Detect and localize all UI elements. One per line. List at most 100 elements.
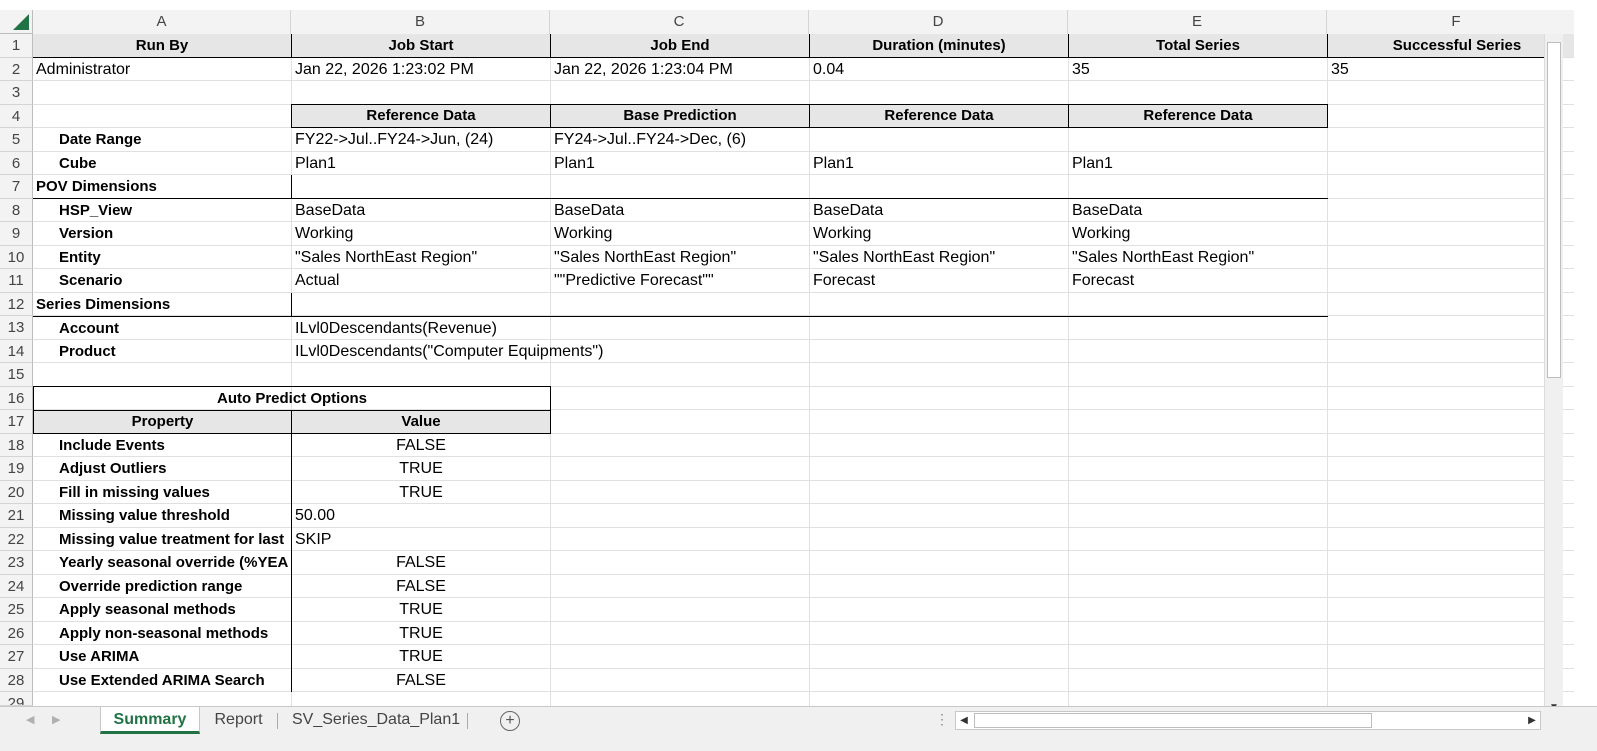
cell-pov-label[interactable]: Entity bbox=[33, 246, 291, 269]
select-all-corner[interactable] bbox=[0, 10, 33, 34]
row-header[interactable]: 15 bbox=[0, 363, 33, 387]
cell-option-label[interactable]: Override prediction range bbox=[33, 575, 291, 598]
tab-scroll-right-icon[interactable]: ▶ bbox=[52, 713, 60, 726]
row-header[interactable]: 19 bbox=[0, 457, 33, 481]
cell-option-value[interactable]: FALSE bbox=[292, 434, 550, 457]
row-header[interactable]: 18 bbox=[0, 434, 33, 457]
cell-option-label[interactable]: Use Extended ARIMA Search bbox=[33, 669, 291, 692]
vertical-scroll-thumb[interactable] bbox=[1547, 42, 1561, 378]
cell-pov-value[interactable]: "Sales NorthEast Region" bbox=[292, 246, 550, 269]
cell-option-label[interactable]: Apply non-seasonal methods bbox=[33, 622, 291, 645]
row-header[interactable]: 11 bbox=[0, 269, 33, 293]
cell-duration[interactable]: 0.04 bbox=[810, 58, 1068, 81]
row-header[interactable]: 8 bbox=[0, 199, 33, 222]
column-header-c[interactable]: C bbox=[550, 10, 809, 34]
cell-series-label[interactable]: Product bbox=[33, 340, 291, 363]
cell-option-value[interactable]: TRUE bbox=[292, 598, 550, 621]
row-header[interactable]: 22 bbox=[0, 528, 33, 551]
cell-cube-b[interactable]: Plan1 bbox=[292, 152, 550, 175]
cell-option-value[interactable]: TRUE bbox=[292, 457, 550, 480]
column-header-a[interactable]: A bbox=[33, 10, 291, 34]
cell-series-label[interactable]: Account bbox=[33, 317, 291, 340]
row-header[interactable]: 16 bbox=[0, 387, 33, 410]
cell-pov-value[interactable]: Working bbox=[1069, 222, 1327, 245]
tab-summary[interactable]: Summary bbox=[100, 707, 200, 734]
cell-date-range-c[interactable]: FY24->Jul..FY24->Dec, (6) bbox=[551, 128, 809, 151]
cell-series-value[interactable]: ILvl0Descendants("Computer Equipments") bbox=[292, 340, 1327, 363]
row-header[interactable]: 28 bbox=[0, 669, 33, 692]
cell-cube-d[interactable]: Plan1 bbox=[810, 152, 1068, 175]
cell-pov-value[interactable]: "Sales NorthEast Region" bbox=[551, 246, 809, 269]
row-header[interactable]: 20 bbox=[0, 481, 33, 504]
scroll-right-arrow-icon[interactable]: ▶ bbox=[1524, 712, 1540, 729]
cell-cube-label[interactable]: Cube bbox=[33, 152, 291, 175]
cell-property-header[interactable]: Property bbox=[34, 411, 291, 433]
cell-job-start-header[interactable]: Job Start bbox=[292, 34, 550, 57]
cell-pov-value[interactable]: BaseData bbox=[1069, 199, 1327, 222]
cell-option-value[interactable]: TRUE bbox=[292, 645, 550, 668]
add-sheet-icon[interactable]: + bbox=[500, 711, 520, 731]
cell-option-value[interactable]: SKIP bbox=[292, 528, 550, 551]
splitter-dots-icon[interactable]: ⋮ bbox=[935, 711, 949, 728]
tab-sv-series-data-plan1[interactable]: SV_Series_Data_Plan1 bbox=[280, 707, 466, 734]
cell-date-range-b[interactable]: FY22->Jul..FY24->Jun, (24) bbox=[292, 128, 550, 151]
cell-run-by[interactable]: Administrator bbox=[33, 58, 291, 81]
row-header[interactable]: 27 bbox=[0, 645, 33, 669]
cell-series-dimensions-label[interactable]: Series Dimensions bbox=[33, 293, 291, 316]
row-header[interactable]: 21 bbox=[0, 504, 33, 528]
cell-option-label[interactable]: Missing value treatment for last bbox=[33, 528, 291, 551]
cell-option-value[interactable]: FALSE bbox=[292, 669, 550, 692]
cell-job-start[interactable]: Jan 22, 2026 1:23:02 PM bbox=[292, 58, 550, 81]
row-header[interactable]: 24 bbox=[0, 575, 33, 598]
cell-pov-value[interactable]: Forecast bbox=[810, 269, 1068, 292]
cell-option-label[interactable]: Fill in missing values bbox=[33, 481, 291, 504]
cell-data-header-b[interactable]: Reference Data bbox=[292, 105, 550, 127]
cell-option-label[interactable]: Use ARIMA bbox=[33, 645, 291, 668]
row-header[interactable]: 4 bbox=[0, 105, 33, 128]
cell-pov-value[interactable]: "Sales NorthEast Region" bbox=[810, 246, 1068, 269]
cell-date-range-label[interactable]: Date Range bbox=[33, 128, 291, 151]
cell-job-end-header[interactable]: Job End bbox=[551, 34, 809, 57]
cell-total-series-header[interactable]: Total Series bbox=[1069, 34, 1327, 57]
row-header[interactable]: 17 bbox=[0, 410, 33, 434]
tab-scroll-left-icon[interactable]: ◀ bbox=[26, 713, 34, 726]
cell-job-end[interactable]: Jan 22, 2026 1:23:04 PM bbox=[551, 58, 809, 81]
cell-pov-label[interactable]: Scenario bbox=[33, 269, 291, 292]
cell-option-label[interactable]: Include Events bbox=[33, 434, 291, 457]
column-header-e[interactable]: E bbox=[1068, 10, 1327, 34]
row-header[interactable]: 6 bbox=[0, 152, 33, 175]
cell-pov-label[interactable]: Version bbox=[33, 222, 291, 245]
cell-pov-value[interactable]: "Sales NorthEast Region" bbox=[1069, 246, 1327, 269]
row-header[interactable]: 10 bbox=[0, 246, 33, 269]
cell-option-value[interactable]: FALSE bbox=[292, 575, 550, 598]
cell-option-value[interactable]: 50.00 bbox=[292, 504, 550, 527]
horizontal-scrollbar[interactable]: ◀ ▶ bbox=[955, 711, 1541, 730]
scroll-left-arrow-icon[interactable]: ◀ bbox=[956, 712, 972, 729]
cell-pov-value[interactable]: BaseData bbox=[292, 199, 550, 222]
cell-data-header-d[interactable]: Reference Data bbox=[810, 105, 1068, 127]
horizontal-scroll-thumb[interactable] bbox=[974, 713, 1372, 728]
row-header[interactable]: 7 bbox=[0, 175, 33, 199]
cell-cube-e[interactable]: Plan1 bbox=[1069, 152, 1327, 175]
row-header[interactable]: 9 bbox=[0, 222, 33, 246]
row-header[interactable]: 2 bbox=[0, 58, 33, 81]
cell-option-value[interactable]: FALSE bbox=[292, 551, 550, 574]
cell-pov-value[interactable]: Forecast bbox=[1069, 269, 1327, 292]
row-header[interactable]: 5 bbox=[0, 128, 33, 152]
row-header[interactable]: 1 bbox=[0, 34, 33, 58]
cell-pov-value[interactable]: Working bbox=[810, 222, 1068, 245]
cell-duration-header[interactable]: Duration (minutes) bbox=[810, 34, 1068, 57]
cell-successful-series-header[interactable]: Successful Series bbox=[1328, 34, 1574, 57]
tab-report[interactable]: Report bbox=[201, 707, 276, 734]
cell-option-label[interactable]: Yearly seasonal override (%YEA bbox=[33, 551, 291, 574]
row-header[interactable]: 3 bbox=[0, 81, 33, 105]
cell-pov-value[interactable]: ""Predictive Forecast"" bbox=[551, 269, 809, 292]
cell-data-header-c[interactable]: Base Prediction bbox=[551, 105, 809, 127]
cell-option-value[interactable]: TRUE bbox=[292, 622, 550, 645]
cell-run-by-header[interactable]: Run By bbox=[33, 34, 291, 57]
cell-data-header-e[interactable]: Reference Data bbox=[1069, 105, 1327, 127]
cell-pov-value[interactable]: BaseData bbox=[551, 199, 809, 222]
cell-option-label[interactable]: Missing value threshold bbox=[33, 504, 291, 527]
row-header[interactable]: 23 bbox=[0, 551, 33, 575]
row-header[interactable]: 14 bbox=[0, 340, 33, 363]
